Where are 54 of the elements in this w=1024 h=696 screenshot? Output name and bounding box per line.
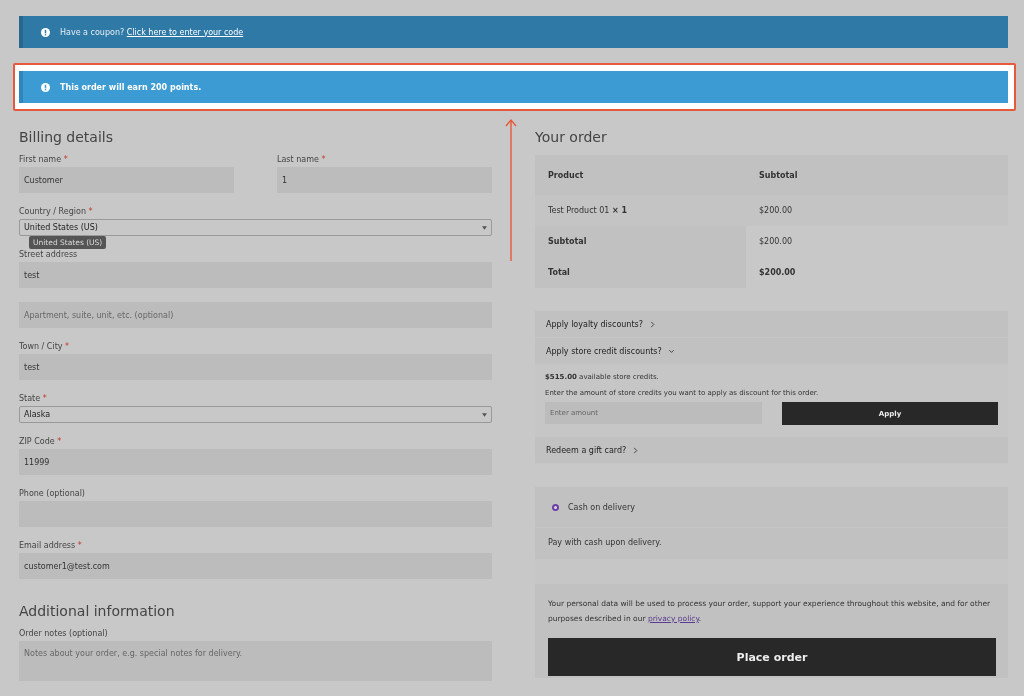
radio-button[interactable] xyxy=(552,503,559,511)
input-field[interactable]: test xyxy=(19,262,492,288)
input-field[interactable]: customer1@test.com xyxy=(19,553,492,579)
chevron-right-icon xyxy=(632,446,640,454)
payment-option[interactable]: Cash on delivery xyxy=(535,487,1008,527)
accordion-header[interactable]: Apply loyalty discounts? xyxy=(535,311,1008,338)
field-label: Country / Region * xyxy=(19,207,94,216)
required-mark: * xyxy=(42,394,47,403)
coupon-link[interactable]: Click here to enter your code xyxy=(126,27,244,37)
input-field[interactable]: Apartment, suite, unit, etc. (optional) xyxy=(19,302,492,328)
table-cell: $200.00 xyxy=(746,195,1008,226)
caret-icon xyxy=(482,412,487,417)
table-cell: $200.00 xyxy=(746,257,1008,288)
field-label: Email address * xyxy=(19,541,83,550)
section-heading: Your order xyxy=(535,129,608,145)
notice-text: Have a coupon? Click here to enter your code xyxy=(60,27,244,37)
accordion-header[interactable]: Redeem a gift card? xyxy=(535,437,1008,464)
field-label: Street address xyxy=(19,250,79,259)
notice-text: This order will earn 200 points. xyxy=(60,82,202,92)
required-mark: * xyxy=(321,155,326,164)
field-label: Order notes (optional) xyxy=(19,629,109,638)
column-header: Subtotal xyxy=(746,155,1008,195)
row-header: Total xyxy=(535,257,746,288)
field-label: ZIP Code * xyxy=(19,437,63,446)
input-field[interactable]: 1 xyxy=(277,167,492,193)
row-header: Subtotal xyxy=(535,226,746,257)
field-label: Phone (optional) xyxy=(19,489,86,498)
input-field[interactable]: test xyxy=(19,354,492,380)
input-field[interactable]: Customer xyxy=(19,167,234,193)
info-icon xyxy=(41,27,50,37)
required-mark: * xyxy=(65,342,70,351)
field-label: Last name * xyxy=(277,155,327,164)
select-field[interactable]: Alaska xyxy=(19,406,492,423)
table-cell: $200.00 xyxy=(746,226,1008,257)
caret-icon xyxy=(482,225,487,230)
table-cell: Test Product 01 × 1 xyxy=(535,195,746,226)
section-heading: Additional information xyxy=(19,603,176,619)
info-icon xyxy=(41,82,50,92)
required-mark: * xyxy=(57,437,62,446)
place-order-button[interactable]: Place order xyxy=(548,638,996,676)
column-header: Product xyxy=(535,155,746,195)
required-mark: * xyxy=(88,207,93,216)
field-label: Town / City * xyxy=(19,342,71,351)
required-mark: * xyxy=(63,155,68,164)
input-field[interactable]: 11999 xyxy=(19,449,492,475)
section-heading: Billing details xyxy=(19,129,114,145)
field-label: State * xyxy=(19,394,48,403)
select-field[interactable]: United States (US) xyxy=(19,219,492,236)
chevron-right-icon xyxy=(649,320,656,328)
accordion-header[interactable]: Apply store credit discounts? xyxy=(535,338,1008,365)
required-mark: * xyxy=(77,541,82,550)
field-label: First name * xyxy=(19,155,69,164)
textarea-field[interactable]: Notes about your order, e.g. special notes for delivery. xyxy=(19,641,492,681)
chevron-down-icon xyxy=(667,347,675,355)
